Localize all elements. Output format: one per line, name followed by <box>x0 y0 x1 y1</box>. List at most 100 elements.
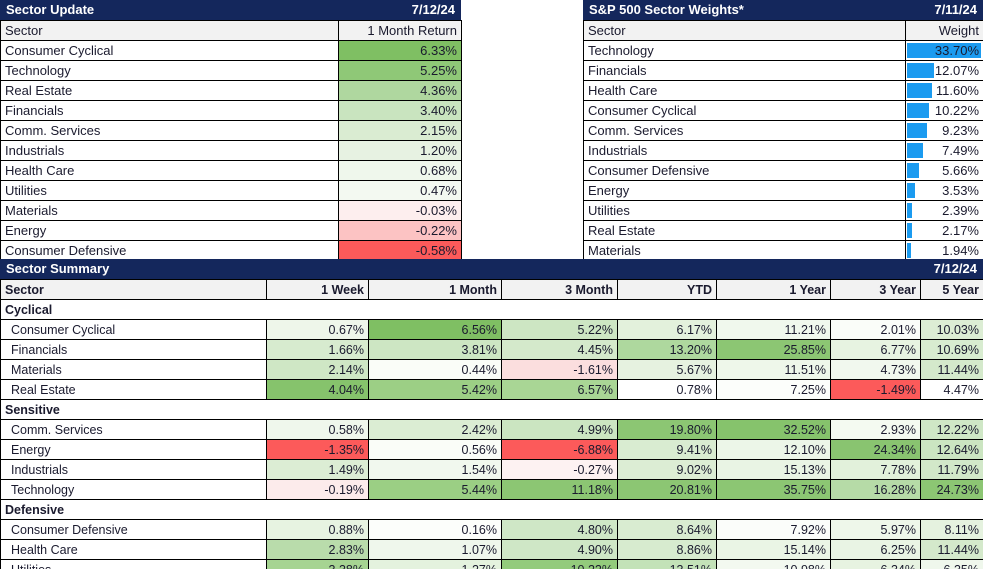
weight-value-cell: 1.94% <box>905 240 983 261</box>
weight-value-text: 10.22% <box>934 102 979 118</box>
table-row: Industrials 1.20% <box>0 140 462 161</box>
sector-name-cell: Technology <box>583 40 906 61</box>
sector-update-titlebar: Sector Update 7/12/24 <box>0 0 461 20</box>
sector-name-cell: Financials <box>0 100 339 121</box>
sector-weights-title: S&P 500 Sector Weights* <box>589 2 744 17</box>
sector-name-cell: Real Estate <box>0 80 339 101</box>
performance-value-cell: -6.88% <box>501 439 618 460</box>
return-value-cell: 1.20% <box>338 140 462 161</box>
table-row: Technology -0.19% 5.44% 11.18% 20.81% 35.75% 1… <box>0 479 983 500</box>
table-row: Consumer Cyclical 6.33% <box>0 40 462 61</box>
performance-value-cell: 2.83% <box>266 539 369 560</box>
weight-value-text: 3.53% <box>942 182 979 198</box>
sector-name-cell: Consumer Cyclical <box>0 40 339 61</box>
table-row: Materials 1.94% <box>583 240 983 261</box>
table-row: Technology 5.25% <box>0 60 462 81</box>
weight-data-bar <box>907 183 915 198</box>
weight-data-bar <box>907 203 913 218</box>
performance-value-cell: 1.66% <box>266 339 369 360</box>
weight-value-text: 1.94% <box>942 242 979 258</box>
performance-value-cell: 1.07% <box>368 539 502 560</box>
performance-value-cell: 8.86% <box>617 539 717 560</box>
table-row: Comm. Services 0.58% 2.42% 4.99% 19.80% 32.52… <box>0 419 983 440</box>
sector-update-date: 7/12/24 <box>411 2 455 17</box>
performance-value-cell: 2.01% <box>830 319 921 340</box>
table-row: Comm. Services 2.15% <box>0 120 462 141</box>
performance-value-cell: 0.16% <box>368 519 502 540</box>
sector-name-cell: Real Estate <box>583 220 906 241</box>
sector-name-cell: Financials <box>0 339 267 360</box>
weight-value-cell: 9.23% <box>905 120 983 141</box>
performance-value-cell: 6.34% <box>830 559 921 569</box>
sector-name-cell: Health Care <box>0 539 267 560</box>
performance-value-cell: 11.44% <box>920 539 983 560</box>
performance-value-cell: 12.22% <box>920 419 983 440</box>
weight-value-cell: 11.60% <box>905 80 983 101</box>
return-value-cell: 0.68% <box>338 160 462 181</box>
sector-weights-titlebar: S&P 500 Sector Weights* 7/11/24 <box>583 0 983 20</box>
sector-summary-title: Sector Summary <box>6 261 110 276</box>
performance-value-cell: 7.78% <box>830 459 921 480</box>
performance-value-cell: 4.73% <box>830 359 921 380</box>
table-row: Real Estate 4.04% 5.42% 6.57% 0.78% 7.25% -1.4… <box>0 379 983 400</box>
performance-value-cell: 5.42% <box>368 379 502 400</box>
weight-value-cell: 2.17% <box>905 220 983 241</box>
sector-name-cell: Materials <box>0 200 339 221</box>
weight-data-bar <box>907 103 930 118</box>
performance-value-cell: 25.85% <box>716 339 831 360</box>
sector-summary-table: Sector 1 Week 1 Month 3 Month YTD 1 Year 3 Yea… <box>0 279 983 569</box>
col-header-1-month: 1 Month <box>368 279 502 300</box>
table-row: Materials -0.03% <box>0 200 462 221</box>
performance-value-cell: 13.20% <box>617 339 717 360</box>
performance-value-cell: 5.67% <box>617 359 717 380</box>
return-value-cell: 6.33% <box>338 40 462 61</box>
weight-value-cell: 3.53% <box>905 180 983 201</box>
weight-data-bar <box>907 63 934 78</box>
performance-value-cell: 8.64% <box>617 519 717 540</box>
group-label: Cyclical <box>0 299 983 320</box>
sector-name-cell: Energy <box>0 439 267 460</box>
group-label: Defensive <box>0 499 983 520</box>
sector-weights-table: Sector Weight Technology 33.70% Financials… <box>583 20 983 261</box>
sector-update-panel: Sector Update 7/12/24 Sector 1 Month Ret… <box>0 0 462 261</box>
performance-value-cell: 2.14% <box>266 359 369 380</box>
performance-value-cell: 11.21% <box>716 319 831 340</box>
return-value-cell: -0.22% <box>338 220 462 241</box>
performance-value-cell: -1.61% <box>501 359 618 380</box>
table-row: Utilities 0.47% <box>0 180 462 201</box>
table-row: Utilities 2.39% <box>583 200 983 221</box>
sector-weights-panel: S&P 500 Sector Weights* 7/11/24 Sector W… <box>583 0 983 261</box>
weight-data-bar <box>907 83 933 98</box>
performance-value-cell: 20.81% <box>617 479 717 500</box>
weight-value-text: 5.66% <box>942 162 979 178</box>
performance-value-cell: 12.10% <box>716 439 831 460</box>
sector-name-cell: Industrials <box>0 140 339 161</box>
sector-summary-header-row: Sector 1 Week 1 Month 3 Month YTD 1 Year 3 Yea… <box>0 279 983 300</box>
sector-name-cell: Consumer Cyclical <box>0 319 267 340</box>
performance-value-cell: 10.22% <box>501 559 618 569</box>
table-row: Financials 1.66% 3.81% 4.45% 13.20% 25.85% 6.7… <box>0 339 983 360</box>
performance-value-cell: 10.98% <box>716 559 831 569</box>
dashboard-page: Sector Update 7/12/24 Sector 1 Month Ret… <box>0 0 983 569</box>
weight-value-text: 12.07% <box>934 62 979 78</box>
sector-name-cell: Technology <box>0 479 267 500</box>
sector-name-cell: Consumer Cyclical <box>583 100 906 121</box>
weight-data-bar <box>907 223 912 238</box>
weight-value-cell: 5.66% <box>905 160 983 181</box>
performance-value-cell: -0.27% <box>501 459 618 480</box>
weight-value-text: 9.23% <box>942 122 979 138</box>
table-row: Industrials 1.49% 1.54% -0.27% 9.02% 15.13% 7.… <box>0 459 983 480</box>
sector-name-cell: Utilities <box>0 180 339 201</box>
sector-name-cell: Consumer Defensive <box>583 160 906 181</box>
performance-value-cell: 2.42% <box>368 419 502 440</box>
col-header-return: 1 Month Return <box>338 20 462 41</box>
sector-name-cell: Energy <box>0 220 339 241</box>
performance-value-cell: 0.67% <box>266 319 369 340</box>
weight-value-cell: 12.07% <box>905 60 983 81</box>
performance-value-cell: 11.79% <box>920 459 983 480</box>
sector-update-header-row: Sector 1 Month Return <box>0 20 462 41</box>
performance-value-cell: 10.03% <box>920 319 983 340</box>
performance-value-cell: 24.73% <box>920 479 983 500</box>
performance-value-cell: 15.13% <box>716 459 831 480</box>
performance-value-cell: 10.69% <box>920 339 983 360</box>
